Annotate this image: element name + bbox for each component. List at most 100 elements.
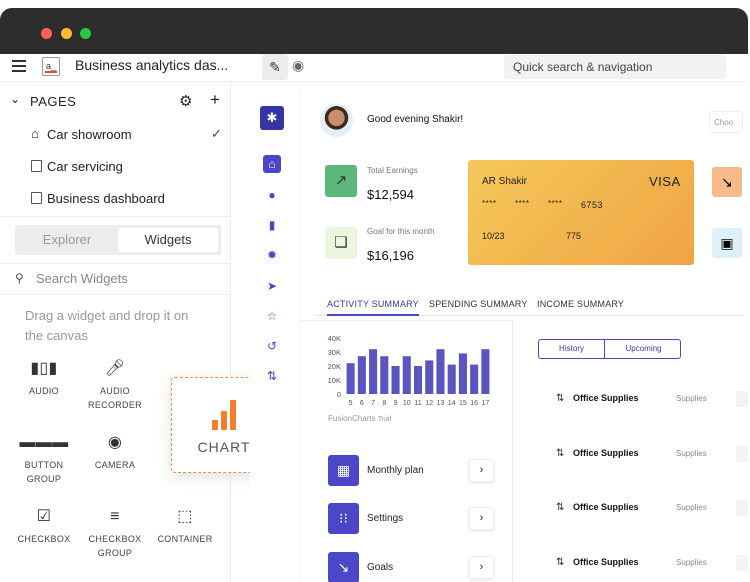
chart-bar[interactable] [436, 349, 445, 394]
transaction-row[interactable]: ⇅ Office Supplies Supplies [556, 500, 748, 516]
tab-income-summary[interactable]: INCOME SUMMARY [537, 299, 624, 314]
transfer-icon: ⇅ [556, 448, 565, 459]
menu-item-label: Settings [367, 513, 404, 524]
transaction-row[interactable]: ⇅ Office Supplies Supplies [556, 391, 748, 407]
app-logo: a_ [42, 57, 60, 76]
upcoming-toggle-button[interactable]: Upcoming [606, 340, 681, 358]
transaction-row[interactable]: ⇅ Office Supplies Supplies [556, 446, 748, 462]
page-icon [31, 160, 42, 172]
chart-bar[interactable] [425, 360, 434, 394]
quick-search-input[interactable]: Quick search & navigation [504, 55, 726, 79]
calendar-icon: ▦ [328, 455, 359, 486]
tab-spending-summary[interactable]: SPENDING SUMMARY [429, 299, 528, 314]
maximize-window-button[interactable] [80, 28, 91, 39]
history-upcoming-toggle: History Upcoming [538, 339, 681, 359]
tab-explorer[interactable]: Explorer [18, 228, 116, 252]
widget-label: CAMERA [94, 460, 136, 470]
chart-bar[interactable] [413, 366, 423, 394]
transfer-icon: ⇅ [556, 393, 565, 404]
divider [512, 320, 513, 582]
chart-bar[interactable] [447, 364, 456, 394]
menu-icon[interactable] [12, 60, 26, 74]
chart-bar[interactable] [369, 349, 378, 394]
x-tick-label: 5 [349, 400, 353, 407]
preview-eye-icon[interactable]: ◉ [292, 57, 304, 74]
widget-container[interactable]: ⬚ CONTAINER [150, 509, 220, 546]
search-icon: ⚲ [15, 271, 24, 285]
page-item-car-showroom[interactable]: ⌂ Car showroom ✓ [31, 126, 226, 148]
checkbox-group-icon: ≡ [110, 508, 120, 525]
widget-search-input[interactable]: ⚲ Search Widgets [15, 271, 225, 289]
x-tick-label: 15 [459, 400, 467, 407]
row-action[interactable] [736, 391, 748, 407]
star-nav-icon[interactable]: ☆ [263, 307, 281, 325]
home-nav-icon[interactable]: ⌂ [263, 155, 281, 173]
row-action[interactable] [736, 555, 748, 571]
chart-bar[interactable] [481, 349, 490, 394]
user-nav-icon[interactable]: ● [263, 186, 281, 204]
tab-widgets[interactable]: Widgets [118, 228, 218, 252]
menu-item-settings[interactable]: ⁝⁝ Settings › [328, 503, 496, 535]
chart-bar[interactable] [402, 356, 411, 394]
app-title[interactable]: Business analytics das... [75, 57, 228, 73]
history-toggle-button[interactable]: History [539, 340, 605, 358]
tab-activity-summary[interactable]: ACTIVITY SUMMARY [327, 299, 419, 316]
trend-down-icon: ↘ [712, 167, 742, 197]
chart-bar[interactable] [458, 353, 467, 394]
chart-bar[interactable] [391, 366, 400, 394]
settings-nav-icon[interactable]: ✹ [263, 246, 281, 264]
fusioncharts-trial-text: Trial [377, 416, 392, 423]
divider [300, 320, 512, 321]
widget-camera[interactable]: ◉ CAMERA [80, 435, 150, 472]
x-tick-label: 17 [481, 400, 489, 407]
credit-card[interactable]: AR Shakir VISA **** **** **** 6753 10/23… [468, 160, 694, 265]
app-window: a_ Business analytics das... ✎ ◉ Quick s… [0, 8, 748, 582]
avatar[interactable] [320, 104, 353, 137]
microphone-icon: 🎤︎ [104, 360, 126, 377]
transaction-category: Supplies [676, 394, 707, 403]
chat-nav-icon[interactable]: ▮ [263, 216, 281, 234]
row-action[interactable] [736, 446, 748, 462]
check-icon: ✓ [211, 126, 222, 141]
card-holder: AR Shakir [482, 176, 528, 187]
card-cvv: 775 [566, 231, 582, 241]
app-canvas: ✱ ⌂ ● ▮ ✹ ➤ ☆ ↺ ⇅ Good evening Shakir! C… [250, 90, 748, 582]
button-group-icon: ▬▬▬ [19, 434, 69, 451]
edit-mode-pencil-icon[interactable]: ✎ [262, 54, 288, 80]
widget-checkbox-group[interactable]: ≡ CHECKBOX GROUP [80, 508, 150, 560]
history-nav-icon[interactable]: ↺ [263, 337, 281, 355]
widget-audio[interactable]: ▮▯▮ AUDIO [9, 361, 79, 398]
stat-value-goal: $16,196 [367, 248, 414, 263]
page-item-car-servicing[interactable]: Car servicing [31, 158, 226, 180]
widget-label: AUDIO RECORDER [88, 386, 142, 410]
widget-checkbox[interactable]: ☑ CHECKBOX [9, 509, 79, 546]
chart-bar[interactable] [380, 356, 389, 394]
chevron-right-icon[interactable]: › [469, 507, 494, 530]
minimize-window-button[interactable] [61, 28, 72, 39]
transaction-row[interactable]: ⇅ Office Supplies Supplies [556, 555, 748, 571]
card-number-group: 6753 [581, 200, 604, 210]
add-page-plus-icon[interactable]: + [210, 90, 220, 110]
chart-bar[interactable] [346, 363, 355, 394]
chevron-right-icon[interactable]: › [469, 459, 494, 482]
page-item-label: Car servicing [47, 159, 123, 174]
gear-icon[interactable]: ⚙ [179, 92, 192, 110]
widget-audio-recorder[interactable]: 🎤︎ AUDIO RECORDER [80, 360, 150, 412]
row-action[interactable] [736, 500, 748, 516]
page-item-label: Business dashboard [47, 191, 165, 206]
page-item-business-dashboard[interactable]: Business dashboard [31, 190, 226, 212]
close-window-button[interactable] [41, 28, 52, 39]
menu-item-goals[interactable]: ↘ Goals › [328, 552, 496, 582]
menu-item-monthly-plan[interactable]: ▦ Monthly plan › [328, 455, 496, 487]
partial-button[interactable]: Choo [709, 111, 743, 133]
widget-button-group[interactable]: ▬▬▬ BUTTON GROUP [9, 434, 79, 486]
chart-bar[interactable] [470, 364, 479, 394]
transfer-nav-icon[interactable]: ⇅ [263, 367, 281, 385]
dashboard-nav-rail: ✱ ⌂ ● ▮ ✹ ➤ ☆ ↺ ⇅ [250, 90, 300, 582]
chevron-down-icon[interactable]: ⌄ [10, 92, 20, 106]
greeting-text: Good evening Shakir! [367, 114, 464, 125]
widget-label: CHECKBOX GROUP [88, 534, 142, 558]
chevron-right-icon[interactable]: › [469, 556, 494, 579]
chart-bar[interactable] [357, 356, 366, 394]
send-nav-icon[interactable]: ➤ [263, 277, 281, 295]
